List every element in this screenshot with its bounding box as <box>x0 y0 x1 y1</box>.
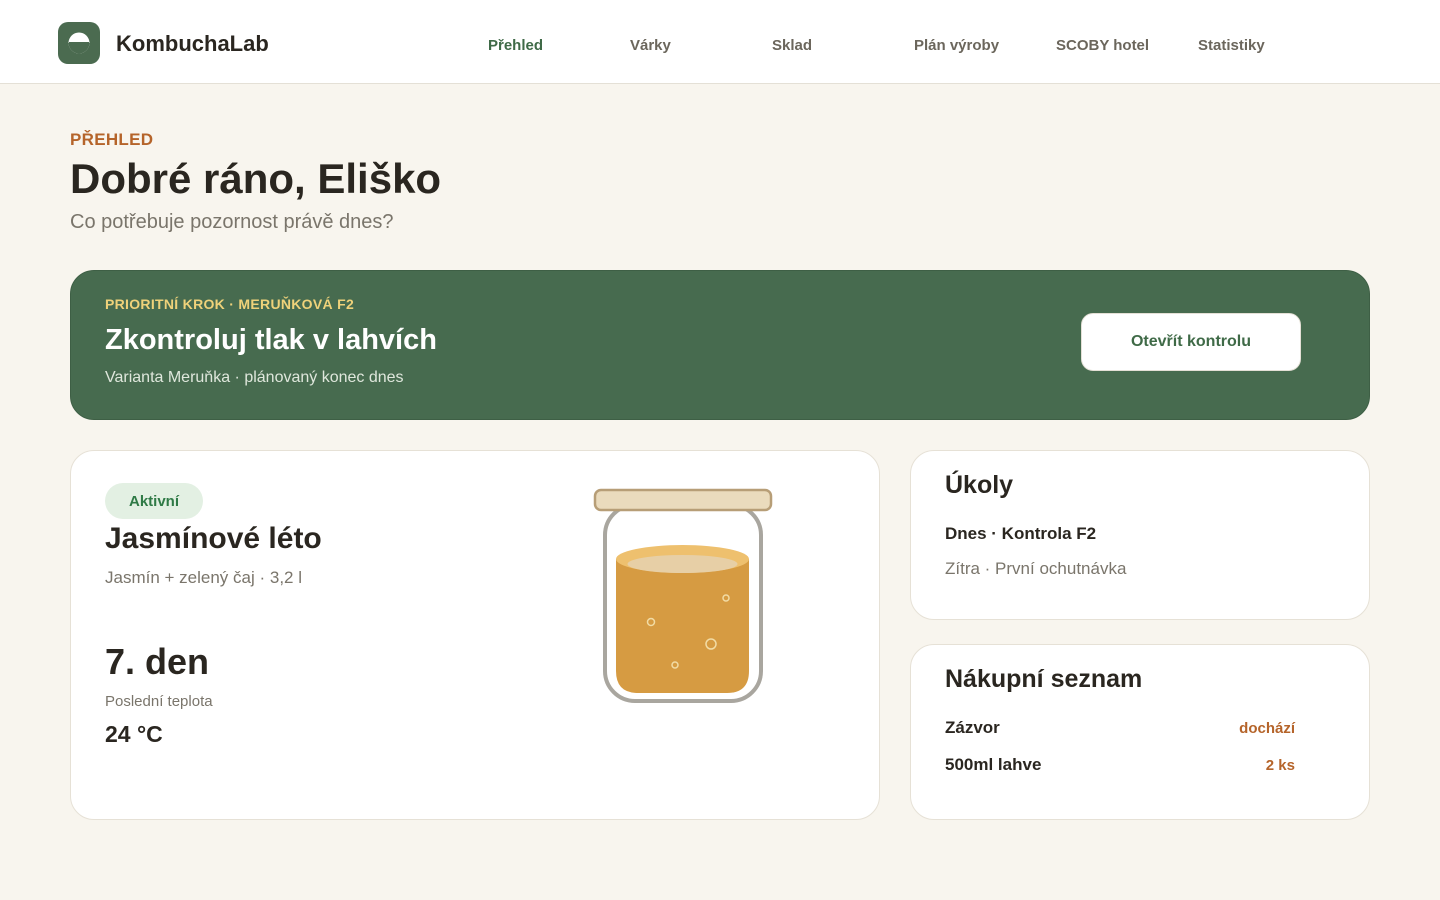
shopping-item-status: dochází <box>1239 720 1295 737</box>
nav-item-prehled[interactable]: Přehled <box>488 37 543 54</box>
priority-kicker: PRIORITNÍ KROK · MERUŇKOVÁ F2 <box>105 296 355 312</box>
batch-day: 7. den <box>105 641 210 682</box>
tasks-title: Úkoly <box>945 471 1014 499</box>
page-eyebrow: PŘEHLED <box>70 130 154 149</box>
page-subtitle: Co potřebuje pozornost právě dnes? <box>70 211 394 233</box>
status-badge: Aktivní <box>105 483 203 519</box>
nav-item-plan-vyroby[interactable]: Plán výroby <box>914 37 999 54</box>
batch-name: Jasmínové léto <box>105 522 322 555</box>
nav-item-varky[interactable]: Várky <box>630 37 671 54</box>
nav-item-statistiky[interactable]: Statistiky <box>1198 37 1265 54</box>
kombucha-jar-icon <box>593 488 773 703</box>
nav-item-scoby-hotel[interactable]: SCOBY hotel <box>1056 37 1149 54</box>
shopping-item-status: 2 ks <box>1265 757 1295 774</box>
logo-icon[interactable] <box>58 22 100 64</box>
temperature-label: Poslední teplota <box>105 693 213 710</box>
shopping-item-name[interactable]: Zázvor <box>945 718 1000 738</box>
top-navigation-bar: KombuchaLab Přehled Várky Sklad Plán výr… <box>0 0 1440 84</box>
open-check-button[interactable]: Otevřít kontrolu <box>1081 313 1301 371</box>
task-item[interactable]: Zítra · První ochutnávka <box>945 559 1126 579</box>
nav-item-sklad[interactable]: Sklad <box>772 37 812 54</box>
tasks-card: Úkoly Dnes · Kontrola F2 Zítra · První o… <box>910 450 1370 620</box>
priority-title: Zkontroluj tlak v lahvích <box>105 324 437 356</box>
page-title: Dobré ráno, Eliško <box>70 155 442 202</box>
app-name[interactable]: KombuchaLab <box>116 31 269 57</box>
task-item[interactable]: Dnes · Kontrola F2 <box>945 524 1096 544</box>
batch-description: Jasmín + zelený čaj · 3,2 l <box>105 568 303 587</box>
shopping-list-title: Nákupní seznam <box>945 665 1143 693</box>
shopping-list-card: Nákupní seznam Zázvor dochází 500ml lahv… <box>910 644 1370 820</box>
temperature-value: 24 °C <box>105 721 163 747</box>
priority-banner: PRIORITNÍ KROK · MERUŇKOVÁ F2 Zkontroluj… <box>70 270 1370 420</box>
shopping-item-name[interactable]: 500ml lahve <box>945 755 1041 775</box>
active-batch-card[interactable]: Aktivní Jasmínové léto Jasmín + zelený č… <box>70 450 880 820</box>
priority-meta: Varianta Meruňka · plánovaný konec dnes <box>105 369 404 386</box>
